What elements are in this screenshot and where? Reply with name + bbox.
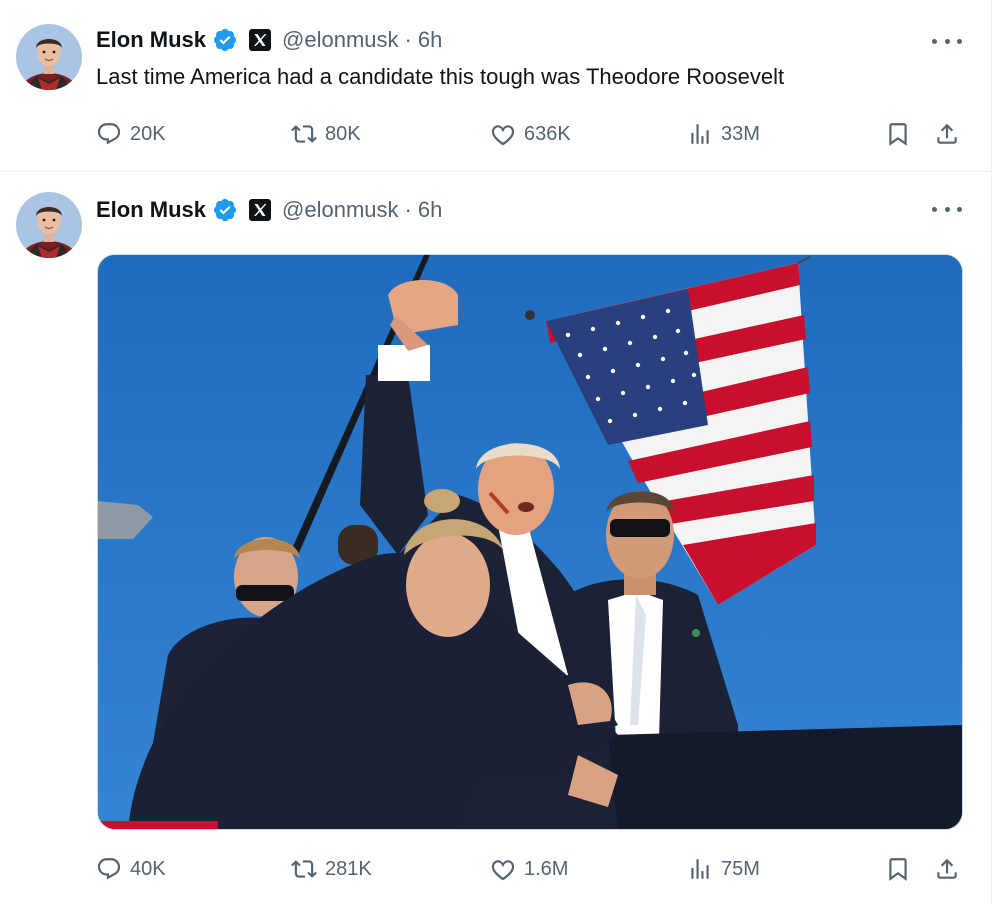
separator: · [404,27,412,52]
repost-button[interactable]: 80K [291,117,361,151]
bookmark-button[interactable] [885,852,911,886]
like-icon [491,860,515,881]
share-icon [937,123,957,144]
bookmark-icon [889,858,907,881]
more-icon[interactable] [932,31,962,51]
views-icon [691,859,709,879]
views-icon [691,124,709,144]
author-name[interactable]: Elon Musk [96,197,206,223]
verified-badge-icon[interactable] [212,197,238,223]
reply-icon [97,123,121,145]
tweet-text: Last time America had a candidate this t… [96,64,785,89]
tweet[interactable]: Elon Musk @elonmusk · 6h Last time Ameri… [0,0,992,171]
like-icon [491,125,515,146]
bookmark-button[interactable] [885,117,911,151]
separator: · [404,197,412,222]
reply-icon [97,858,121,880]
tweet-actions: 40K 281K 1.6M 75M [96,852,966,886]
reply-count: 20K [130,122,166,145]
share-button[interactable] [934,852,960,886]
more-icon[interactable] [932,199,962,219]
avatar[interactable] [16,192,82,258]
x-logo-icon [248,198,272,222]
verified-badge-icon[interactable] [212,27,238,53]
author-handle[interactable]: @elonmusk [282,27,399,53]
author-handle[interactable]: @elonmusk [282,197,399,223]
tweet-photo[interactable] [97,254,963,830]
x-logo-icon [248,28,272,52]
repost-count: 80K [325,122,361,145]
like-count: 636K [524,122,571,145]
tweet-header: Elon Musk @elonmusk · 6h [96,24,442,56]
avatar[interactable] [16,24,82,90]
bookmark-icon [889,123,907,146]
tweet-header: Elon Musk @elonmusk · 6h [96,194,442,226]
views-button[interactable]: 33M [687,117,760,151]
share-button[interactable] [934,117,960,151]
reply-button[interactable]: 40K [96,852,166,886]
like-count: 1.6M [524,857,569,880]
views-button[interactable]: 75M [687,852,760,886]
views-count: 33M [721,122,760,145]
repost-icon [291,860,317,878]
like-button[interactable]: 636K [490,117,571,151]
author-name[interactable]: Elon Musk [96,27,206,53]
tweet-actions: 20K 80K 636K 33M [96,117,966,151]
repost-icon [291,125,317,143]
repost-button[interactable]: 281K [291,852,372,886]
timestamp[interactable]: 6h [418,197,442,223]
reply-count: 40K [130,857,166,880]
share-icon [937,858,957,879]
like-button[interactable]: 1.6M [490,852,568,886]
timestamp[interactable]: 6h [418,27,442,53]
views-count: 75M [721,857,760,880]
reply-button[interactable]: 20K [96,117,166,151]
tweet[interactable]: Elon Musk @elonmusk · 6h 40K 281K 1.6M 7… [0,172,992,904]
repost-count: 281K [325,857,372,880]
